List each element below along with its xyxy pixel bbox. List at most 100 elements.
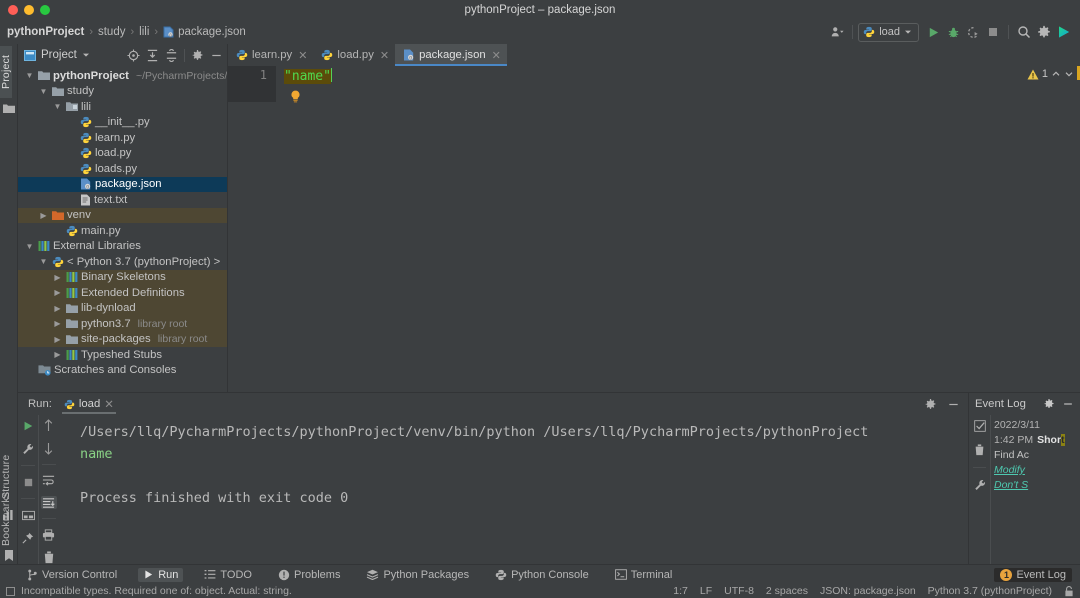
status-item[interactable]: LF — [700, 585, 712, 597]
project-tree[interactable]: ▼ pythonProject ~/PycharmProjects/p ▼ study ▼… — [18, 66, 227, 392]
chevron-right-icon[interactable]: ▶ — [52, 319, 63, 328]
breadcrumb-item-file[interactable]: {} package.json — [163, 26, 246, 38]
tree-node[interactable]: main.py — [18, 223, 227, 239]
chevron-right-icon[interactable]: ▶ — [52, 350, 63, 359]
tree-node[interactable]: loads.py — [18, 161, 227, 177]
chevron-right-icon[interactable]: ▶ — [52, 273, 63, 282]
chevron-right-icon[interactable]: ▶ — [38, 211, 49, 220]
bottom-tab-python-console[interactable]: Python Console — [490, 568, 594, 582]
down-arrow-icon[interactable] — [41, 441, 57, 455]
close-icon[interactable]: ✕ — [298, 49, 307, 62]
tree-node[interactable]: ▶ lib-dynload — [18, 300, 227, 316]
gear-icon[interactable] — [924, 398, 937, 411]
tree-node[interactable]: {} package.json — [18, 176, 227, 192]
tree-node[interactable]: ▶ Typeshed Stubs — [18, 347, 227, 363]
run-button[interactable] — [923, 22, 943, 42]
status-item[interactable]: UTF-8 — [724, 585, 754, 597]
tree-node[interactable]: Scratches and Consoles — [18, 363, 227, 379]
gear-icon[interactable] — [191, 49, 204, 62]
chevron-down-icon[interactable] — [1064, 69, 1074, 79]
tree-node[interactable]: text.txt — [18, 192, 227, 208]
tree-node[interactable]: ▼< Python 3.7 (pythonProject) >/U — [18, 254, 227, 270]
tree-node[interactable]: ▶ Extended Definitions — [18, 285, 227, 301]
pin-icon[interactable] — [20, 531, 36, 545]
minimize-icon[interactable] — [210, 49, 223, 62]
run-with-coverage-button[interactable] — [963, 22, 983, 42]
maximize-window-button[interactable] — [40, 5, 50, 15]
event-log-link-dontshow[interactable]: Don't S — [994, 478, 1080, 493]
code-line-1[interactable]: "name" — [284, 68, 332, 84]
bottom-tab-terminal[interactable]: Terminal — [610, 568, 678, 582]
console-icon[interactable] — [20, 508, 36, 522]
bottom-tab-todo[interactable]: TODO — [199, 568, 257, 582]
tree-node[interactable]: ▼ External Libraries — [18, 239, 227, 255]
tree-node[interactable]: ▼ lili — [18, 99, 227, 115]
minimize-icon[interactable] — [947, 398, 960, 411]
expand-all-icon[interactable] — [165, 48, 178, 62]
mark-read-icon[interactable] — [972, 419, 988, 433]
tree-node[interactable]: ▶ python3.7 library root — [18, 316, 227, 332]
bottom-tab-python-packages[interactable]: Python Packages — [361, 568, 474, 582]
breadcrumb-item-lili[interactable]: lili — [139, 26, 149, 38]
status-item[interactable]: JSON: package.json — [820, 585, 916, 597]
soft-wrap-icon[interactable] — [41, 474, 57, 487]
up-arrow-icon[interactable] — [41, 419, 57, 432]
close-icon[interactable]: ✕ — [492, 49, 501, 62]
run-panel-tab[interactable]: load ✕ — [60, 394, 118, 414]
chevron-down-icon[interactable]: ▼ — [38, 257, 49, 266]
editor-tab-strip[interactable]: learn.py ✕ load.py ✕ {} package.json ✕ — [228, 44, 1080, 66]
lock-icon[interactable] — [1064, 585, 1074, 597]
breadcrumb-item-study[interactable]: study — [98, 26, 126, 38]
bottom-tab-version-control[interactable]: Version Control — [22, 568, 122, 582]
chevron-up-icon[interactable] — [1051, 69, 1061, 79]
window-controls[interactable] — [8, 5, 50, 15]
bottom-tab-run[interactable]: Run — [138, 567, 184, 582]
wrench-icon[interactable] — [20, 442, 36, 456]
chevron-right-icon[interactable]: ▶ — [52, 288, 63, 297]
sidebar-tab-bookmarks[interactable]: Bookmarks — [0, 490, 12, 548]
chevron-down-icon[interactable] — [82, 51, 90, 59]
event-log-badge[interactable]: 1 Event Log — [994, 567, 1072, 582]
editor-tab[interactable]: {} package.json ✕ — [395, 44, 507, 66]
bottom-tab-problems[interactable]: Problems — [273, 568, 345, 582]
bookmark-icon[interactable] — [0, 548, 18, 564]
gear-icon[interactable] — [1034, 22, 1054, 42]
chevron-down-icon[interactable]: ▼ — [52, 102, 63, 111]
status-item[interactable]: 1:7 — [673, 585, 688, 597]
run-configuration-selector[interactable]: load — [858, 22, 919, 42]
run-console-output[interactable]: /Users/llq/PycharmProjects/pythonProject… — [58, 415, 968, 564]
chevron-down-icon[interactable]: ▼ — [38, 87, 49, 96]
wrench-icon[interactable] — [972, 478, 988, 492]
chevron-down-icon[interactable]: ▼ — [24, 242, 35, 251]
stop-button[interactable] — [983, 22, 1003, 42]
breadcrumb-item-project[interactable]: pythonProject — [7, 26, 84, 38]
status-item[interactable]: Python 3.7 (pythonProject) — [928, 585, 1052, 597]
trash-icon[interactable] — [41, 551, 57, 564]
gear-icon[interactable] — [1043, 398, 1055, 410]
close-window-button[interactable] — [8, 5, 18, 15]
minimize-window-button[interactable] — [24, 5, 34, 15]
editor-tab[interactable]: learn.py ✕ — [228, 44, 313, 66]
editor-tab[interactable]: load.py ✕ — [313, 44, 395, 66]
tree-node[interactable]: ▶ site-packages library root — [18, 331, 227, 347]
search-icon[interactable] — [1014, 22, 1034, 42]
tree-node[interactable]: ▶ Binary Skeletons — [18, 269, 227, 285]
folder-icon[interactable] — [0, 98, 18, 118]
tree-node[interactable]: ▼ pythonProject ~/PycharmProjects/p — [18, 68, 227, 84]
code-editor[interactable]: 1 "name" 1 — [228, 66, 1080, 392]
target-icon[interactable] — [127, 48, 140, 62]
scroll-to-end-icon[interactable] — [40, 495, 57, 510]
event-log-link-modify[interactable]: Modify — [994, 463, 1080, 478]
stop-icon[interactable] — [20, 475, 36, 489]
trash-icon[interactable] — [972, 443, 988, 457]
tree-node[interactable]: load.py — [18, 146, 227, 162]
inspection-widget[interactable]: 1 — [1027, 68, 1074, 80]
chevron-down-icon[interactable] — [904, 28, 912, 36]
status-bar-right[interactable]: 1:7 LF UTF-8 2 spaces JSON: package.json Pyth… — [673, 585, 1074, 597]
tree-node[interactable]: ▶ venv — [18, 207, 227, 223]
minimize-icon[interactable] — [1062, 398, 1074, 410]
chevron-right-icon[interactable]: ▶ — [52, 335, 63, 344]
run-icon[interactable] — [20, 419, 36, 433]
lightbulb-icon[interactable] — [290, 90, 301, 103]
print-icon[interactable] — [41, 528, 57, 541]
